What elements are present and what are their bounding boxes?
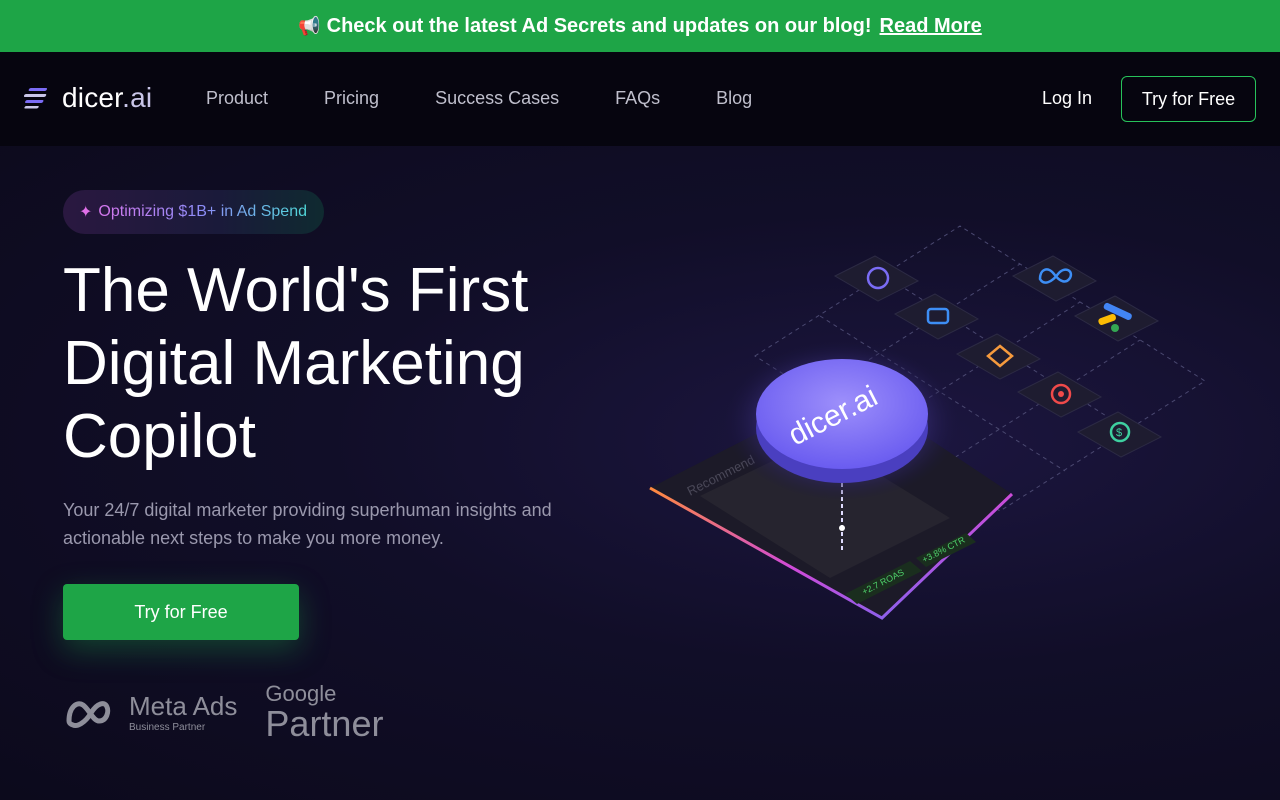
meta-icon: [66, 701, 111, 728]
sparkle-icon: ✦: [79, 204, 93, 221]
svg-text:$: $: [1116, 427, 1122, 439]
logo-icon: [24, 88, 47, 109]
nav-success-cases[interactable]: Success Cases: [435, 88, 559, 109]
logo-text: dicer: [62, 82, 123, 113]
hero-subtext: Your 24/7 digital marketer providing sup…: [63, 500, 552, 548]
logo-suffix: .ai: [122, 82, 153, 113]
login-link[interactable]: Log In: [1042, 88, 1092, 109]
tile-bag-icon: [893, 293, 980, 340]
try-free-hero-button[interactable]: Try for Free: [63, 584, 299, 640]
top-nav: dicer.ai Product Pricing Success Cases F…: [0, 52, 1280, 146]
copilot-illustration: Recommend +2.7 ROAS +3.8% CTR dicer.ai $: [649, 225, 1206, 620]
tile-dollar-icon: $: [1076, 411, 1163, 458]
tile-target-icon: [1016, 371, 1103, 418]
announcement-bar: 📢 Check out the latest Ad Secrets and up…: [0, 0, 1280, 52]
megaphone-icon: 📢: [298, 15, 321, 36]
badge-text: Optimizing $1B+ in Ad Spend: [98, 203, 307, 220]
logo[interactable]: dicer.ai: [24, 80, 152, 116]
tile-info-icon: [955, 333, 1042, 380]
hero-headline: The World's First Digital Marketing Copi…: [63, 254, 623, 473]
nav-blog[interactable]: Blog: [716, 88, 752, 109]
headline-line-2: Digital Marketing: [63, 329, 525, 398]
headline-line-1: The World's First: [63, 256, 529, 325]
ad-spend-badge: ✦ Optimizing $1B+ in Ad Spend: [63, 190, 324, 234]
hero-section: ✦ Optimizing $1B+ in Ad Spend The World'…: [0, 146, 1280, 800]
meta-business-partner-label: Business Partner: [129, 722, 206, 733]
partner-logos: Meta Ads Business Partner Google Partner: [63, 678, 383, 748]
try-free-nav-button[interactable]: Try for Free: [1121, 76, 1256, 122]
google-partner-label: Partner: [265, 703, 384, 744]
google-partner-logo: Google Partner: [265, 683, 383, 743]
meta-ads-label: Meta Ads: [129, 691, 238, 721]
dicer-disc: dicer.ai: [724, 341, 960, 501]
announcement-text: Check out the latest Ad Secrets and upda…: [326, 14, 872, 37]
nav-pricing[interactable]: Pricing: [324, 88, 379, 109]
headline-line-3: Copilot: [63, 402, 256, 471]
nav-product[interactable]: Product: [206, 88, 268, 109]
nav-faqs[interactable]: FAQs: [615, 88, 660, 109]
tile-google-ads-icon: [1073, 295, 1160, 342]
tile-image-icon: [833, 255, 920, 302]
tile-meta-icon: [1011, 255, 1098, 302]
google-label: Google: [265, 681, 337, 706]
read-more-link[interactable]: Read More: [880, 15, 982, 38]
meta-partner-logo: Meta Ads Business Partner: [63, 693, 237, 733]
nav-links: Product Pricing Success Cases FAQs Blog: [206, 88, 808, 109]
